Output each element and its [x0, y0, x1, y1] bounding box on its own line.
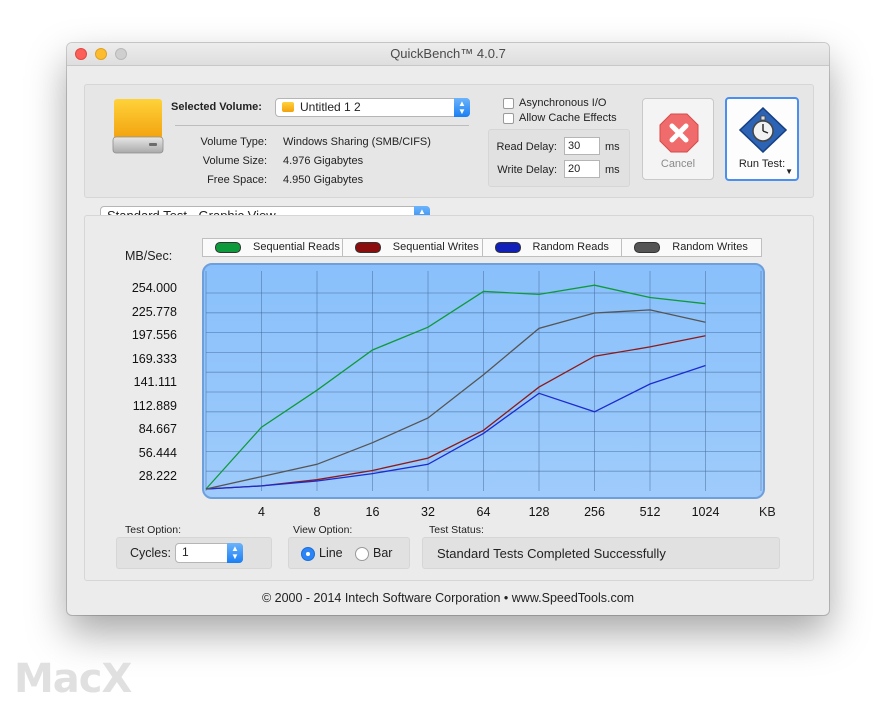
volume-type-label: Volume Type: — [200, 136, 267, 148]
legend-label: Random Writes — [672, 241, 748, 253]
selected-volume-label: Selected Volume: — [171, 101, 262, 113]
x-axis-unit: KB — [759, 505, 776, 519]
volume-type-value: Windows Sharing (SMB/CIFS) — [283, 136, 431, 148]
y-axis-title: MB/Sec: — [125, 249, 173, 263]
series-line-random-reads — [205, 364, 706, 490]
write-delay-input[interactable]: 20 — [564, 160, 600, 178]
chart-legend: Sequential Reads Sequential Writes Rando… — [202, 238, 762, 257]
close-window-button[interactable] — [75, 48, 87, 60]
write-delay-label: Write Delay: — [497, 164, 557, 176]
read-delay-unit: ms — [605, 141, 620, 153]
bar-view-radio[interactable] — [355, 547, 369, 561]
y-tick-label: 197.556 — [131, 328, 177, 342]
volume-size-value: 4.976 Gigabytes — [283, 155, 364, 167]
test-status-label: Test Status: — [429, 524, 484, 536]
line-view-label: Line — [319, 546, 343, 560]
volume-drive-icon — [282, 102, 294, 112]
chevron-updown-icon: ▲▼ — [227, 543, 243, 563]
y-tick-label: 28.222 — [138, 469, 177, 483]
x-tick-label: 512 — [639, 505, 661, 519]
cycles-label: Cycles: — [130, 546, 171, 560]
test-status-value: Standard Tests Completed Successfully — [437, 546, 666, 561]
run-test-button[interactable]: Run Test: ▼ — [725, 97, 799, 181]
dropdown-arrow-icon: ▼ — [785, 167, 793, 176]
x-tick-label: 16 — [365, 505, 380, 519]
zoom-window-button[interactable] — [115, 48, 127, 60]
read-delay-label: Read Delay: — [496, 141, 557, 153]
series-line-sequential-writes — [205, 335, 706, 490]
x-tick-label: 64 — [476, 505, 491, 519]
quickbench-window: QuickBench™ 4.0.7 Selected Volume: Untit… — [67, 43, 829, 615]
async-io-label: Asynchronous I/O — [519, 97, 607, 109]
legend-label: Random Reads — [532, 241, 609, 253]
write-delay-unit: ms — [605, 164, 620, 176]
bar-view-label: Bar — [373, 546, 393, 560]
free-space-value: 4.950 Gigabytes — [283, 174, 364, 186]
minimize-window-button[interactable] — [95, 48, 107, 60]
line-view-radio[interactable] — [301, 547, 315, 561]
legend-label: Sequential Reads — [253, 241, 340, 253]
cycles-select[interactable]: 1 ▲ ▼ — [175, 543, 243, 563]
window-title: QuickBench™ 4.0.7 — [390, 46, 506, 61]
cycles-value: 1 — [182, 545, 189, 559]
x-tick-label: 8 — [313, 505, 321, 519]
y-tick-label: 225.778 — [131, 304, 177, 319]
stop-x-icon — [659, 113, 699, 153]
legend-label: Sequential Writes — [392, 241, 479, 253]
x-tick-label: 4 — [258, 505, 265, 519]
async-io-checkbox[interactable] — [503, 98, 514, 109]
volume-divider — [175, 125, 469, 126]
y-tick-label: 254.000 — [131, 281, 177, 295]
delay-panel — [488, 129, 630, 187]
chevron-updown-icon: ▲▼ — [454, 98, 470, 117]
legend-item-sequential-reads: Sequential Reads — [203, 239, 343, 256]
legend-swatch-gray — [634, 242, 661, 253]
y-tick-label: 84.667 — [138, 422, 177, 436]
volume-size-label: Volume Size: — [202, 155, 267, 167]
cache-effects-checkbox[interactable] — [503, 113, 514, 124]
legend-swatch-red — [354, 242, 381, 253]
cancel-button-label: Cancel — [660, 158, 696, 170]
y-tick-label: 141.111 — [133, 375, 177, 389]
x-tick-label: 128 — [528, 505, 550, 519]
volume-select-value: Untitled 1 2 — [300, 100, 361, 114]
legend-item-random-reads: Random Reads — [483, 239, 623, 256]
macx-watermark: MacX — [14, 656, 132, 702]
y-tick-label: 56.444 — [138, 445, 177, 460]
view-option-label: View Option: — [293, 524, 353, 536]
x-tick-label: 32 — [421, 505, 435, 519]
cancel-button[interactable]: Cancel — [642, 98, 714, 180]
cache-effects-label: Allow Cache Effects — [519, 112, 617, 124]
series-line-sequential-reads — [205, 284, 706, 490]
legend-item-sequential-writes: Sequential Writes — [343, 239, 483, 256]
title-bar: QuickBench™ 4.0.7 — [67, 43, 829, 66]
free-space-label: Free Space: — [207, 174, 267, 186]
series-line-random-writes — [205, 309, 706, 490]
read-delay-input[interactable]: 30 — [564, 137, 600, 155]
line-chart — [205, 271, 762, 491]
y-tick-label: 169.333 — [131, 351, 177, 366]
drive-icon — [111, 97, 165, 157]
volume-select[interactable]: Untitled 1 2 ▲ ▼ — [275, 98, 470, 117]
legend-item-random-writes: Random Writes — [622, 239, 761, 256]
legend-swatch-green — [215, 242, 241, 253]
stopwatch-icon — [739, 107, 787, 153]
x-tick-label: 1024 — [691, 505, 720, 519]
test-option-label: Test Option: — [125, 524, 182, 536]
copyright-text: © 2000 - 2014 Intech Software Corporatio… — [261, 591, 635, 605]
legend-swatch-blue — [494, 242, 521, 253]
chart-plot-area — [202, 263, 765, 499]
x-tick-label: 256 — [584, 505, 605, 519]
y-tick-label: 112.889 — [132, 398, 177, 413]
